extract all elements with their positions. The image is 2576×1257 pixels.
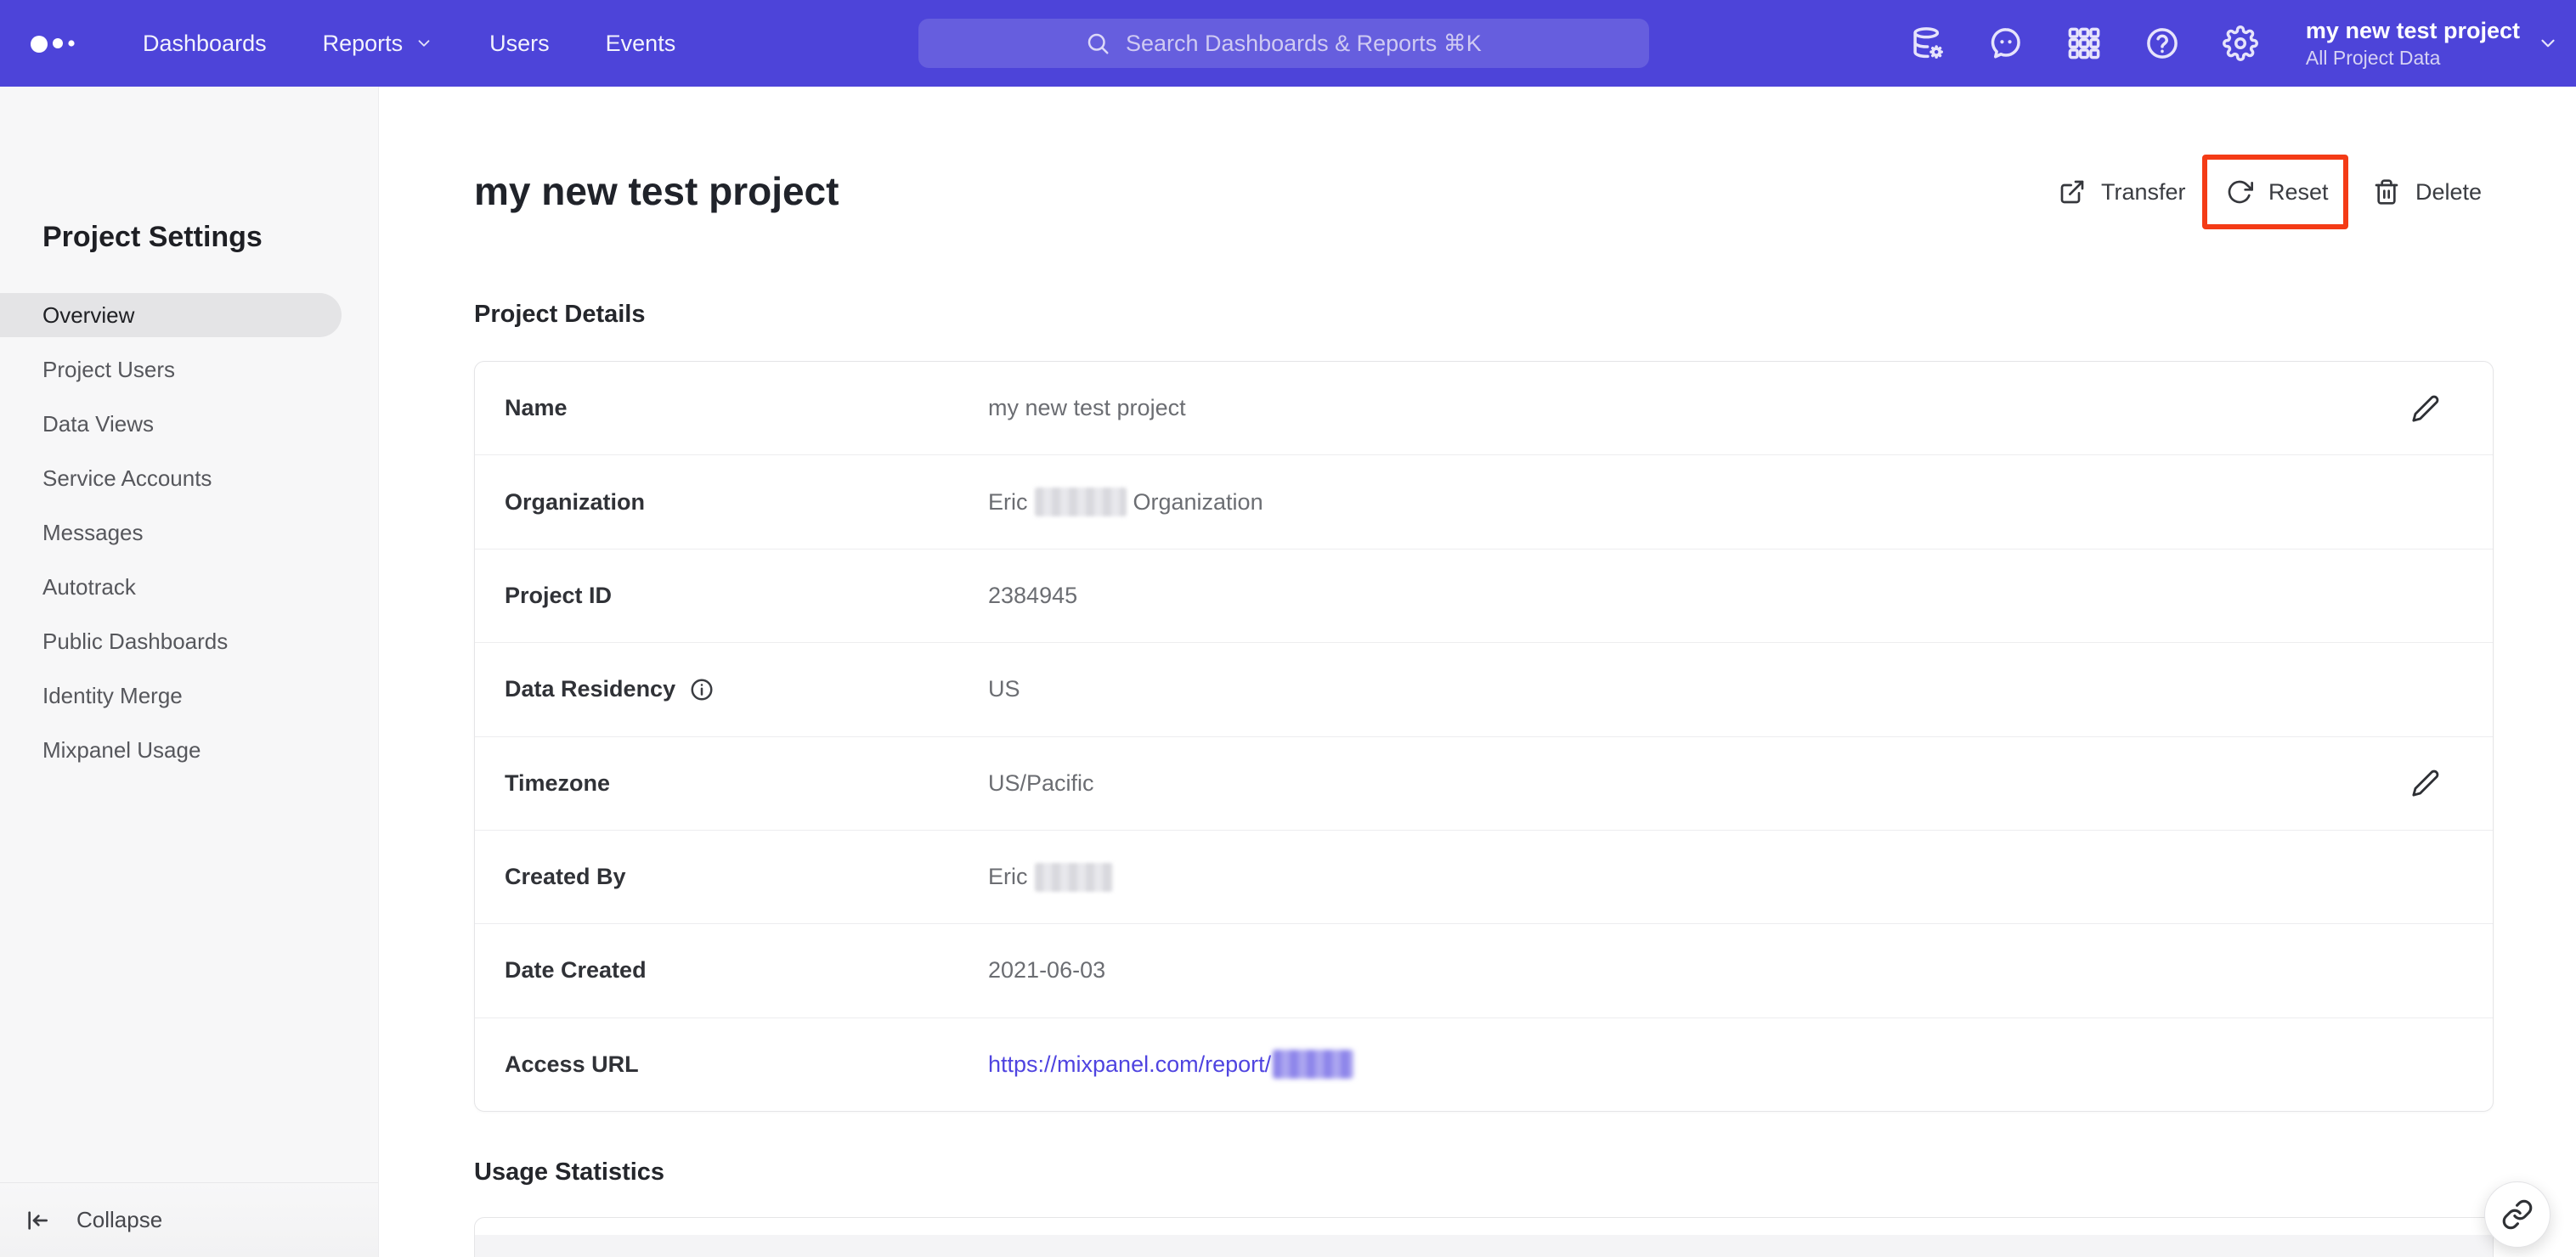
nav-item-reports[interactable]: Reports	[323, 31, 434, 57]
search-input[interactable]	[1126, 30, 1483, 57]
detail-row-timezone: Timezone US/Pacific	[475, 737, 2493, 831]
project-details-card: Name my new test project Organization Er…	[474, 361, 2494, 1112]
delete-button[interactable]: Delete	[2373, 165, 2482, 219]
current-project-scope: All Project Data	[2305, 46, 2441, 69]
edit-timezone-icon[interactable]	[2411, 769, 2440, 798]
feedback-icon[interactable]	[1988, 25, 2024, 61]
detail-row-project-id: Project ID 2384945	[475, 550, 2493, 644]
nav-item-dashboards[interactable]: Dashboards	[143, 31, 267, 57]
reset-icon	[2226, 178, 2253, 206]
link-icon	[2501, 1198, 2534, 1231]
collapse-sidebar-icon	[24, 1207, 51, 1234]
redacted-text-block	[1034, 862, 1113, 892]
trash-icon	[2373, 178, 2400, 206]
transfer-icon	[2059, 178, 2086, 206]
main-content: my new test project Transfer Reset Delet…	[380, 87, 2576, 1257]
project-details-heading: Project Details	[474, 301, 646, 328]
sidebar-item-overview[interactable]: Overview	[0, 288, 378, 342]
info-icon[interactable]	[689, 677, 715, 702]
top-nav-bar: Dashboards Reports Users Events Search D…	[0, 0, 2576, 87]
usage-statistics-card	[474, 1217, 2494, 1257]
detail-row-data-residency: Data Residency US	[475, 643, 2493, 737]
redacted-text-block	[1034, 488, 1127, 517]
help-icon[interactable]	[2144, 25, 2180, 61]
settings-sidebar: Project Settings Overview Project Users …	[0, 87, 379, 1257]
sidebar-item-mixpanel-usage[interactable]: Mixpanel Usage	[0, 723, 378, 777]
edit-name-icon[interactable]	[2411, 394, 2440, 423]
detail-row-access-url: Access URL https://mixpanel.com/report/	[475, 1018, 2493, 1111]
detail-row-name: Name my new test project	[475, 362, 2493, 456]
usage-statistics-heading: Usage Statistics	[474, 1158, 665, 1186]
detail-row-created-by: Created By Eric	[475, 831, 2493, 925]
transfer-button[interactable]: Transfer	[2059, 165, 2186, 219]
sidebar-item-autotrack[interactable]: Autotrack	[0, 560, 378, 614]
access-url-link[interactable]: https://mixpanel.com/report/	[988, 1051, 1271, 1078]
global-search[interactable]	[918, 19, 1649, 68]
sidebar-item-data-views[interactable]: Data Views	[0, 397, 378, 451]
detail-row-date-created: Date Created 2021-06-03	[475, 924, 2493, 1018]
project-switcher[interactable]: my new test project All Project Data	[2306, 17, 2559, 70]
nav-item-events[interactable]: Events	[606, 31, 676, 57]
share-link-button[interactable]	[2484, 1181, 2551, 1248]
sidebar-item-public-dashboards[interactable]: Public Dashboards	[0, 614, 378, 668]
page-title: my new test project	[474, 169, 839, 213]
reset-button[interactable]: Reset	[2226, 165, 2329, 219]
apps-grid-icon[interactable]	[2066, 25, 2102, 61]
data-management-icon[interactable]	[1910, 25, 1946, 61]
sidebar-title: Project Settings	[42, 221, 263, 253]
sidebar-item-messages[interactable]: Messages	[0, 505, 378, 560]
redacted-url-block	[1273, 1050, 1354, 1079]
sidebar-item-identity-merge[interactable]: Identity Merge	[0, 668, 378, 723]
nav-item-users[interactable]: Users	[489, 31, 550, 57]
sidebar-item-project-users[interactable]: Project Users	[0, 342, 378, 397]
sidebar-item-service-accounts[interactable]: Service Accounts	[0, 451, 378, 505]
chevron-down-icon	[2537, 32, 2559, 54]
mixpanel-logo-icon[interactable]	[27, 25, 93, 62]
current-project-name: my new test project	[2305, 17, 2520, 43]
detail-row-organization: Organization Eric Organization	[475, 455, 2493, 550]
collapse-sidebar-button[interactable]: Collapse	[0, 1182, 378, 1257]
settings-gear-icon[interactable]	[2222, 25, 2258, 61]
chevron-down-icon	[415, 34, 433, 53]
usage-card-content	[475, 1235, 2493, 1257]
search-icon	[1085, 31, 1110, 56]
